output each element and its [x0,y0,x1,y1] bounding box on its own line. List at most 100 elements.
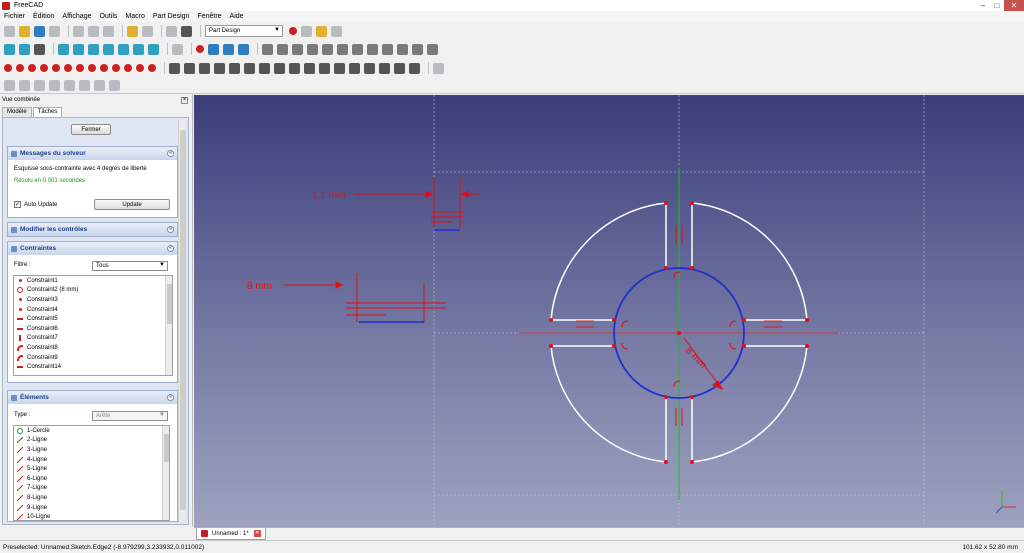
polar-pattern-icon[interactable] [397,43,408,55]
lock-icon[interactable] [304,62,315,74]
menu-affichage[interactable]: Affichage [58,13,95,20]
list-item[interactable]: Constraint8 [14,343,172,353]
3d-view[interactable]: 1,1 mm 8 mm 8 mm [194,95,1024,527]
close-window-button[interactable]: ✕ [1004,0,1024,11]
list-item[interactable]: Constraint5 [14,314,172,324]
select-elements-icon[interactable] [94,79,105,91]
paste-icon[interactable] [103,25,114,37]
stop-macro-icon[interactable] [301,25,312,37]
workbench-selector[interactable]: Part Design ▼ [205,25,283,37]
list-item[interactable]: 9-Ligne [14,503,169,513]
close-sketch-button[interactable]: Fermer [71,124,111,135]
menu-fenetre[interactable]: Fenêtre [193,13,225,20]
map-sketch-icon[interactable] [238,43,249,55]
select-vertical-axis-icon[interactable] [34,79,45,91]
perpendicular-icon[interactable] [244,62,255,74]
panel-close-button[interactable]: × [181,97,188,104]
save-as-icon[interactable] [49,25,60,37]
measure-distance-icon[interactable] [172,43,183,55]
collapse-icon[interactable]: « [167,245,174,252]
list-item[interactable]: Constraint7 [14,334,172,344]
point-icon[interactable] [4,64,12,72]
view-right-icon[interactable] [103,43,114,55]
fit-selection-icon[interactable] [19,43,30,55]
toggle-driving-icon[interactable] [433,62,444,74]
equal-icon[interactable] [274,62,285,74]
document-tab[interactable]: Unnamed : 1* ✕ [196,528,266,540]
conic-icon[interactable] [52,64,60,72]
list-item[interactable]: 3-Ligne [14,445,169,455]
view-rear-icon[interactable] [118,43,129,55]
list-item[interactable]: Constraint4 [14,305,172,315]
execute-macro-icon[interactable] [331,25,342,37]
view-front-icon[interactable] [73,43,84,55]
menu-part-design[interactable]: Part Design [149,13,194,20]
collapse-icon[interactable]: « [167,394,174,401]
list-item[interactable]: 10-Ligne [14,512,169,520]
horizontal-distance-icon[interactable] [319,62,330,74]
new-file-icon[interactable] [4,25,15,37]
rectangle-icon[interactable] [76,64,84,72]
trim-icon[interactable] [124,64,132,72]
list-item[interactable]: Constraint14 [14,362,172,372]
list-item[interactable]: 5-Ligne [14,464,169,474]
minimize-button[interactable]: – [976,0,990,11]
draw-style-icon[interactable] [34,43,45,55]
expand-icon[interactable]: » [167,226,174,233]
list-item[interactable]: 6-Ligne [14,474,169,484]
list-item[interactable]: Constraint3 [14,295,172,305]
auto-update-checkbox[interactable]: ✓ Auto Update [14,201,57,208]
edit-macro-icon[interactable] [316,25,327,37]
fit-all-icon[interactable] [4,43,15,55]
elements-list[interactable]: 1-Cercle 2-Ligne 3-Ligne 4-Ligne 5-Ligne… [13,425,170,521]
task-panel-scrollbar[interactable] [178,120,186,522]
edit-sketch-icon[interactable] [208,43,219,55]
internal-alignment-icon[interactable] [409,62,420,74]
new-sketch-icon[interactable] [196,45,204,53]
list-item[interactable]: 2-Ligne [14,436,169,446]
tangent-icon[interactable] [259,62,270,74]
list-item[interactable]: 4-Ligne [14,455,169,465]
groove-icon[interactable] [307,43,318,55]
cut-icon[interactable] [73,25,84,37]
symmetric-icon[interactable] [289,62,300,74]
constraints-list[interactable]: Constraint1 Constraint2 (8 mm) Constrain… [13,275,173,376]
line-icon[interactable] [16,64,24,72]
tab-taches[interactable]: Tâches [32,107,63,117]
external-geometry-icon[interactable] [136,64,144,72]
polygon-icon[interactable] [88,64,96,72]
revolution-icon[interactable] [292,43,303,55]
horizontal-constraint-icon[interactable] [214,62,225,74]
elements-header[interactable]: Éléments « [8,391,177,404]
whats-this-icon[interactable] [181,25,192,37]
length-icon[interactable] [349,62,360,74]
select-origin-icon[interactable] [19,79,30,91]
multitransform-icon[interactable] [427,43,438,55]
constraints-scrollbar[interactable] [165,276,172,375]
redo-icon[interactable] [142,25,153,37]
angle-icon[interactable] [379,62,390,74]
refresh-icon[interactable] [166,25,177,37]
vertical-distance-icon[interactable] [334,62,345,74]
update-button[interactable]: Update [94,199,170,210]
pocket-icon[interactable] [277,43,288,55]
constraints-header[interactable]: Contraintes « [8,242,177,255]
view-bottom-icon[interactable] [133,43,144,55]
leave-sketch-icon[interactable] [223,43,234,55]
radius-icon[interactable] [364,62,375,74]
scaled-icon[interactable] [412,43,423,55]
arc-icon[interactable] [28,64,36,72]
collapse-icon[interactable]: « [167,150,174,157]
view-axo-icon[interactable] [58,43,69,55]
open-file-icon[interactable] [19,25,30,37]
slot-icon[interactable] [100,64,108,72]
sketch-canvas[interactable]: 1,1 mm 8 mm 8 mm [194,95,1024,527]
snell-icon[interactable] [394,62,405,74]
view-left-icon[interactable] [148,43,159,55]
close-icon[interactable]: ✕ [253,530,261,537]
view-top-icon[interactable] [88,43,99,55]
list-item[interactable]: 1-Cercle [14,426,169,436]
undo-icon[interactable] [127,25,138,37]
vertical-constraint-icon[interactable] [199,62,210,74]
select-constraints-icon[interactable] [4,79,15,91]
